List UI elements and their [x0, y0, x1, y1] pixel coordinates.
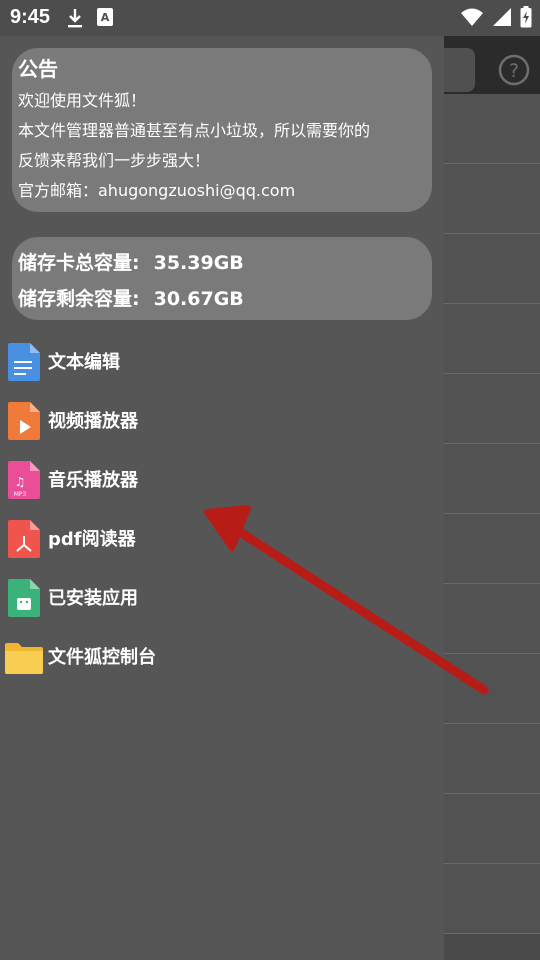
storage-total-label: 储存卡总容量: [18, 252, 140, 274]
list-item[interactable] [444, 654, 540, 724]
storage-total-row: 储存卡总容量: 35.39GB [18, 245, 426, 281]
list-item[interactable] [444, 164, 540, 234]
menu-item-installed-apps[interactable]: 已安装应用 [0, 568, 444, 627]
list-item[interactable] [444, 514, 540, 584]
a-letter-icon: A [96, 7, 114, 33]
list-item[interactable] [444, 724, 540, 794]
menu-label: 音乐播放器 [48, 470, 138, 491]
drawer-menu: 文本编辑 视频播放器 ♫ MP3 音乐播放器 pdf阅读器 已安装应用 文件狐控… [0, 332, 444, 686]
status-time: 9:45 [10, 6, 51, 28]
svg-text:?: ? [509, 60, 519, 82]
background-file-list [444, 94, 540, 934]
storage-free-value: 30.67GB [153, 288, 244, 310]
list-item[interactable] [444, 94, 540, 164]
help-icon[interactable]: ? [498, 54, 530, 86]
storage-total-value: 35.39GB [153, 252, 244, 274]
mp3-file-icon: ♫ MP3 [6, 460, 42, 500]
notice-line: 欢迎使用文件狐！ [18, 91, 147, 110]
notice-line: 本文件管理器普通甚至有点小垃圾，所以需要你的 [18, 121, 371, 140]
menu-label: 已安装应用 [48, 588, 138, 609]
list-item[interactable] [444, 374, 540, 444]
menu-label: 文本编辑 [48, 352, 120, 373]
storage-card: 储存卡总容量: 35.39GB 储存剩余容量: 30.67GB [12, 237, 432, 320]
notice-email: 官方邮箱：ahugongzuoshi@qq.com [18, 181, 296, 200]
pdf-file-icon [6, 519, 42, 559]
storage-free-label: 储存剩余容量: [18, 288, 140, 310]
notice-title: 公告 [18, 57, 58, 81]
svg-text:MP3: MP3 [14, 491, 27, 498]
list-item[interactable] [444, 864, 540, 934]
folder-icon [4, 637, 44, 677]
text-document-icon [6, 342, 42, 382]
storage-free-row: 储存剩余容量: 30.67GB [18, 281, 426, 317]
menu-item-video-player[interactable]: 视频播放器 [0, 391, 444, 450]
battery-charging-icon [520, 6, 532, 32]
wifi-icon [460, 7, 484, 31]
menu-item-console[interactable]: 文件狐控制台 [0, 627, 444, 686]
list-item[interactable] [444, 794, 540, 864]
video-file-icon [6, 401, 42, 441]
notice-card: 公告 欢迎使用文件狐！ 本文件管理器普通甚至有点小垃圾，所以需要你的 反馈来帮我… [12, 48, 432, 212]
menu-label: 视频播放器 [48, 411, 138, 432]
download-icon [66, 7, 84, 33]
svg-text:♫: ♫ [15, 475, 26, 489]
list-item[interactable] [444, 304, 540, 374]
status-bar: 9:45 A [0, 0, 540, 36]
navigation-drawer: 公告 欢迎使用文件狐！ 本文件管理器普通甚至有点小垃圾，所以需要你的 反馈来帮我… [0, 36, 444, 960]
menu-label: 文件狐控制台 [48, 647, 156, 668]
apk-file-icon [6, 578, 42, 618]
menu-item-music-player[interactable]: ♫ MP3 音乐播放器 [0, 450, 444, 509]
menu-item-text-editor[interactable]: 文本编辑 [0, 332, 444, 391]
list-item[interactable] [444, 234, 540, 304]
cellular-signal-icon [492, 7, 512, 31]
list-item[interactable] [444, 584, 540, 654]
menu-item-pdf-reader[interactable]: pdf阅读器 [0, 509, 444, 568]
menu-label: pdf阅读器 [48, 529, 136, 550]
svg-text:A: A [101, 11, 110, 24]
list-item[interactable] [444, 444, 540, 514]
notice-line: 反馈来帮我们一步步强大！ [18, 151, 211, 170]
